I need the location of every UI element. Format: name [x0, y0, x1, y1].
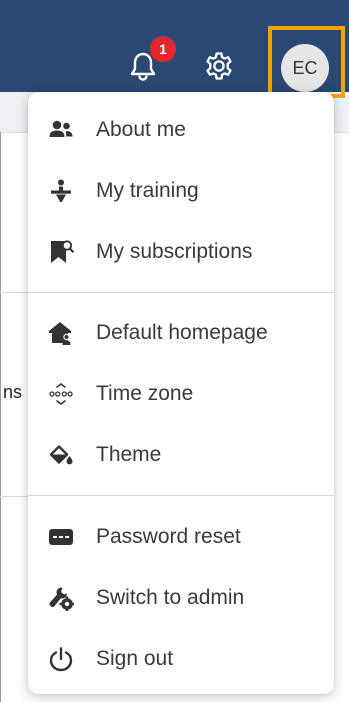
- home-icon: [48, 320, 74, 346]
- menu-item-label: Time zone: [96, 382, 194, 405]
- menu-item-label: My training: [96, 179, 199, 202]
- password-icon: [48, 524, 74, 550]
- menu-item-label: Password reset: [96, 525, 241, 548]
- menu-item-about-me[interactable]: About me: [28, 108, 334, 152]
- background-divider: [0, 292, 30, 293]
- menu-item-my-subscriptions[interactable]: My subscriptions: [28, 230, 334, 274]
- menu-item-label: My subscriptions: [96, 240, 253, 263]
- menu-item-label: Default homepage: [96, 321, 268, 344]
- menu-item-label: Theme: [96, 443, 162, 466]
- menu-item-sign-out[interactable]: Sign out: [28, 637, 334, 681]
- bookmark-icon: [48, 239, 74, 265]
- users-icon: [48, 117, 74, 143]
- menu-item-default-homepage[interactable]: Default homepage: [28, 311, 334, 355]
- gear-icon: [206, 52, 232, 80]
- timezone-icon: [48, 381, 74, 407]
- trainer-icon: [48, 178, 74, 204]
- power-icon: [48, 646, 74, 672]
- wrench-gear-icon: [48, 585, 74, 611]
- menu-item-label: Sign out: [96, 647, 174, 670]
- settings-button[interactable]: [203, 50, 235, 82]
- menu-item-my-training[interactable]: My training: [28, 169, 334, 213]
- paint-bucket-icon: [48, 442, 74, 468]
- menu-divider: [28, 495, 334, 496]
- user-dropdown-menu: About me My training My subscriptions De…: [28, 92, 334, 694]
- menu-divider: [28, 292, 334, 293]
- background-divider: [0, 496, 30, 497]
- menu-item-theme[interactable]: Theme: [28, 433, 334, 477]
- user-avatar-button[interactable]: EC: [281, 44, 329, 92]
- content-border: [0, 132, 1, 702]
- background-text: ns: [3, 382, 23, 402]
- menu-item-label: About me: [96, 118, 186, 141]
- menu-item-switch-to-admin[interactable]: Switch to admin: [28, 576, 334, 620]
- notification-count-badge: 1: [150, 36, 176, 62]
- menu-item-password-reset[interactable]: Password reset: [28, 515, 334, 559]
- menu-item-label: Switch to admin: [96, 586, 245, 609]
- menu-item-time-zone[interactable]: Time zone: [28, 372, 334, 416]
